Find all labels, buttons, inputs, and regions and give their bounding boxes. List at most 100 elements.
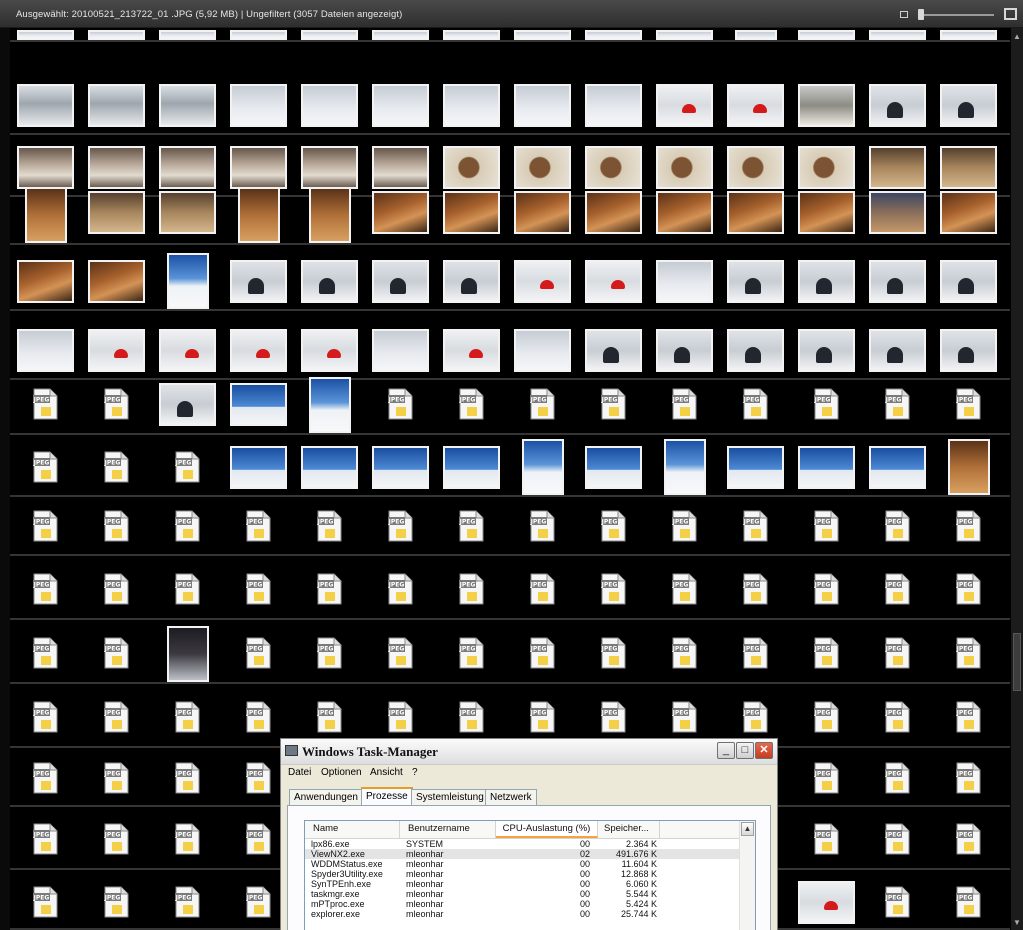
thumbnail-image[interactable]	[791, 874, 862, 930]
jpeg-file-icon[interactable]: JPEG	[223, 496, 294, 556]
jpeg-file-icon[interactable]: JPEG	[862, 622, 933, 684]
thumbnail-size-slider-handle[interactable]	[918, 9, 924, 20]
thumbnail-image[interactable]	[862, 75, 933, 135]
jpeg-file-icon[interactable]: JPEG	[791, 622, 862, 684]
jpeg-file-icon[interactable]: JPEG	[10, 749, 81, 807]
column-cpu[interactable]: CPU-Auslastung (%)	[496, 821, 598, 838]
small-thumbnail-icon[interactable]	[900, 11, 908, 18]
thumbnail-image[interactable]	[720, 180, 791, 245]
jpeg-file-icon[interactable]: JPEG	[294, 622, 365, 684]
minimize-button[interactable]: _	[717, 742, 735, 759]
jpeg-file-icon[interactable]: JPEG	[862, 808, 933, 870]
menu-file[interactable]: Datei	[288, 767, 311, 778]
process-list-scrollbar[interactable]: ▲	[739, 821, 755, 930]
thumbnail-image[interactable]	[791, 437, 862, 497]
jpeg-file-icon[interactable]: JPEG	[10, 437, 81, 497]
process-row[interactable]: mPTproc.exe mleonhar 00 5.424 K	[305, 899, 741, 909]
jpeg-file-icon[interactable]: JPEG	[152, 686, 223, 748]
thumbnail-image[interactable]	[649, 251, 720, 311]
thumbnail-image[interactable]	[365, 75, 436, 135]
thumbnail-image[interactable]	[720, 251, 791, 311]
thumbnail-size-slider[interactable]	[918, 14, 994, 16]
thumbnail-image[interactable]	[436, 75, 507, 135]
thumbnail-image[interactable]	[436, 180, 507, 245]
thumbnail-image[interactable]	[862, 180, 933, 245]
thumbnail-image[interactable]	[791, 28, 862, 42]
jpeg-file-icon[interactable]: JPEG	[365, 496, 436, 556]
thumbnail-image[interactable]	[720, 28, 791, 42]
scroll-up-icon[interactable]: ▲	[741, 822, 754, 836]
thumbnail-image[interactable]	[294, 251, 365, 311]
process-list[interactable]: Name Benutzername CPU-Auslastung (%) Spe…	[304, 820, 756, 930]
tab-processes[interactable]: Prozesse	[361, 787, 413, 807]
thumbnail-image[interactable]	[507, 437, 578, 497]
jpeg-file-icon[interactable]: JPEG	[720, 558, 791, 620]
jpeg-file-icon[interactable]: JPEG	[294, 558, 365, 620]
jpeg-file-icon[interactable]: JPEG	[578, 373, 649, 435]
thumbnail-image[interactable]	[81, 251, 152, 311]
jpeg-file-icon[interactable]: JPEG	[720, 373, 791, 435]
menu-view[interactable]: Ansicht	[370, 767, 403, 778]
scroll-down-icon[interactable]: ▼	[1012, 918, 1022, 928]
thumbnail-image[interactable]	[365, 251, 436, 311]
thumbnail-image[interactable]	[294, 373, 365, 435]
thumbnail-image[interactable]	[578, 320, 649, 380]
jpeg-file-icon[interactable]: JPEG	[791, 558, 862, 620]
jpeg-file-icon[interactable]: JPEG	[294, 496, 365, 556]
thumbnail-image[interactable]	[933, 180, 1004, 245]
jpeg-file-icon[interactable]: JPEG	[791, 686, 862, 748]
jpeg-file-icon[interactable]: JPEG	[649, 496, 720, 556]
jpeg-file-icon[interactable]: JPEG	[507, 373, 578, 435]
jpeg-file-icon[interactable]: JPEG	[223, 622, 294, 684]
thumbnail-image[interactable]	[81, 320, 152, 380]
jpeg-file-icon[interactable]: JPEG	[152, 437, 223, 497]
thumbnail-image[interactable]	[365, 437, 436, 497]
column-user[interactable]: Benutzername	[400, 821, 496, 838]
thumbnail-image[interactable]	[223, 320, 294, 380]
jpeg-file-icon[interactable]: JPEG	[10, 808, 81, 870]
jpeg-file-icon[interactable]: JPEG	[791, 373, 862, 435]
thumbnail-image[interactable]	[862, 251, 933, 311]
jpeg-file-icon[interactable]: JPEG	[578, 558, 649, 620]
process-row[interactable]: Spyder3Utility.exe mleonhar 00 12.868 K	[305, 869, 741, 879]
task-manager-window[interactable]: Windows Task-Manager _ □ ✕ Datei Optione…	[280, 738, 778, 930]
jpeg-file-icon[interactable]: JPEG	[933, 686, 1004, 748]
thumbnail-image[interactable]	[294, 28, 365, 42]
thumbnail-image[interactable]	[152, 180, 223, 245]
thumbnail-image[interactable]	[720, 437, 791, 497]
jpeg-file-icon[interactable]: JPEG	[81, 874, 152, 930]
thumbnail-image[interactable]	[649, 180, 720, 245]
jpeg-file-icon[interactable]: JPEG	[81, 808, 152, 870]
jpeg-file-icon[interactable]: JPEG	[81, 622, 152, 684]
jpeg-file-icon[interactable]: JPEG	[578, 622, 649, 684]
jpeg-file-icon[interactable]: JPEG	[649, 558, 720, 620]
thumbnail-image[interactable]	[507, 320, 578, 380]
thumbnail-image[interactable]	[365, 320, 436, 380]
thumbnail-image[interactable]	[649, 75, 720, 135]
jpeg-file-icon[interactable]: JPEG	[152, 874, 223, 930]
jpeg-file-icon[interactable]: JPEG	[10, 686, 81, 748]
jpeg-file-icon[interactable]: JPEG	[791, 749, 862, 807]
maximize-button[interactable]: □	[736, 742, 754, 759]
jpeg-file-icon[interactable]: JPEG	[507, 558, 578, 620]
thumbnail-image[interactable]	[436, 320, 507, 380]
thumbnail-image[interactable]	[10, 320, 81, 380]
thumbnail-image[interactable]	[507, 75, 578, 135]
jpeg-file-icon[interactable]: JPEG	[933, 558, 1004, 620]
jpeg-file-icon[interactable]: JPEG	[152, 808, 223, 870]
jpeg-file-icon[interactable]: JPEG	[862, 686, 933, 748]
thumbnail-image[interactable]	[862, 437, 933, 497]
thumbnail-image[interactable]	[294, 437, 365, 497]
scrollbar-thumb[interactable]	[1013, 633, 1021, 691]
thumbnail-image[interactable]	[578, 75, 649, 135]
jpeg-file-icon[interactable]: JPEG	[152, 749, 223, 807]
jpeg-file-icon[interactable]: JPEG	[365, 373, 436, 435]
jpeg-file-icon[interactable]: JPEG	[81, 437, 152, 497]
jpeg-file-icon[interactable]: JPEG	[720, 622, 791, 684]
jpeg-file-icon[interactable]: JPEG	[933, 749, 1004, 807]
thumbnail-image[interactable]	[933, 251, 1004, 311]
jpeg-file-icon[interactable]: JPEG	[507, 622, 578, 684]
process-row[interactable]: WDDMStatus.exe mleonhar 00 11.604 K	[305, 859, 741, 869]
thumbnail-image[interactable]	[578, 180, 649, 245]
thumbnail-image[interactable]	[507, 180, 578, 245]
